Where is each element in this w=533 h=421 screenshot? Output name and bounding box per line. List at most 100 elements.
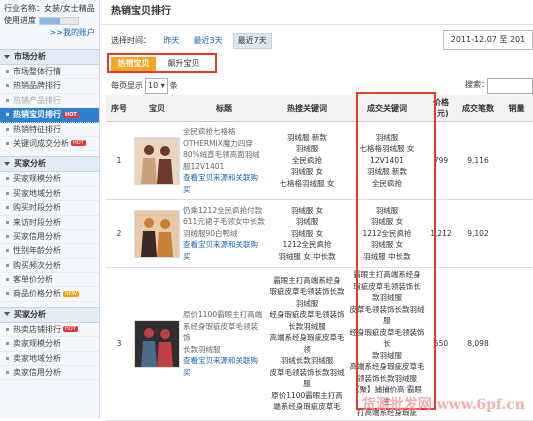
bullet-icon	[6, 220, 9, 224]
sidebar-item[interactable]: 热销特征排行	[0, 123, 99, 137]
sidebar-item[interactable]: 买家规模分析	[0, 172, 99, 187]
product-title-line: 611元裙子毛领女中长款	[183, 217, 265, 227]
sidebar-item-label: 卖家规模分析	[13, 339, 61, 349]
bullet-icon	[6, 356, 9, 360]
source-link[interactable]: 查看宝贝来源和关联购买	[183, 239, 265, 262]
usage-progress-bar	[38, 16, 79, 25]
sidebar-item[interactable]: 关键词成交分析 HOT	[0, 137, 99, 152]
product-title-line: 长款羽绒服	[183, 344, 221, 354]
time-option-button[interactable]: 最近7天	[232, 33, 272, 49]
product-thumbnail-cell[interactable]	[132, 267, 182, 421]
deal-keyword: 服	[383, 316, 391, 325]
my-account-link[interactable]: >>我的账户	[50, 27, 95, 39]
source-link[interactable]: 查看宝贝来源和关联购买	[183, 355, 265, 378]
sidebar-item[interactable]: 性别年龄分析	[0, 244, 99, 259]
search-input[interactable]	[487, 78, 533, 94]
sidebar-item-label: 市场整体行情	[13, 67, 61, 76]
column-header: 销量	[500, 95, 533, 122]
sidebar-item[interactable]: 卖家规模分析	[0, 337, 99, 352]
product-photo-icon	[135, 320, 179, 367]
sidebar-item[interactable]: 热卖店铺排行 HOT	[0, 323, 99, 338]
deal-keyword: 羽绒服 新款	[367, 167, 407, 177]
hot-keyword: 羽绒服 女	[290, 205, 324, 215]
hot-keyword: 霸眼主打高端系经身	[273, 275, 341, 285]
hot-keyword: 羽绒服	[295, 217, 319, 227]
product-title-line: 服12V1401	[183, 161, 225, 171]
sidebar-item[interactable]: 市场整体行情	[0, 65, 99, 80]
sub-tabs: 热销宝贝 飙升宝贝	[107, 53, 217, 73]
sidebar-nav: 市场分析市场整体行情 热销品牌排行热销产品排行 热销宝贝排行 HOT 热销特征排行 关键词…	[0, 49, 99, 381]
deal-keyword: 羽绒服 中长款	[363, 251, 411, 261]
column-header: 宝贝	[132, 95, 182, 122]
deal-keyword: 12V1401	[370, 155, 404, 165]
sidebar-item[interactable]: 卖家信用分析	[0, 366, 99, 381]
time-option-button[interactable]: 最近3天	[190, 34, 227, 48]
deal-keyword: 经身瑕疵皮草毛领装饰长	[349, 327, 425, 349]
product-thumbnail[interactable]	[134, 319, 180, 368]
sidebar-section-header[interactable]: 买家分析	[0, 156, 99, 173]
source-link[interactable]: 查看宝贝来源和关联购买	[183, 172, 265, 195]
sidebar-item[interactable]: 热销品牌排行	[0, 79, 99, 94]
product-thumbnail[interactable]	[134, 209, 180, 258]
product-thumbnail-cell[interactable]	[132, 121, 182, 200]
time-option-button[interactable]: 昨天	[160, 34, 184, 48]
deal-keyword: 羽绒服 女	[370, 217, 404, 227]
bullet-icon	[6, 371, 9, 375]
column-header: 成交关键词	[348, 95, 426, 122]
status-badge: NEW	[63, 290, 79, 297]
product-photo-icon	[135, 137, 179, 184]
search-label: 搜索：	[465, 80, 489, 89]
sidebar-item[interactable]: 购买时段分析	[0, 201, 99, 216]
sidebar-item-label: 买家信用分析	[13, 231, 61, 241]
hot-keyword: 羽绒服	[295, 144, 319, 154]
hot-keyword: 瑕疵皮草毛领装饰长款	[269, 287, 345, 297]
sidebar-item[interactable]: 买家信用分析	[0, 230, 99, 245]
sidebar-item-label: 客单价分析	[13, 275, 53, 285]
sidebar: 行业名称：女装/女士精品 使用进度 >>我的账户 市场分析 市场整体行情 热销品牌排…	[0, 0, 100, 418]
product-title-line: 原价1100霸眼主打高端	[183, 310, 263, 320]
bullet-icon	[6, 292, 9, 296]
table-row[interactable]: 2 仍乘1212全民疯抢付款 611元裙子毛领女中长款 羽绒服90白鸭绒 查看宝贝来源和…	[106, 199, 533, 268]
sidebar-item[interactable]: 卖家地域分析	[0, 352, 99, 367]
deal-keyword: 皮草毛领装饰长款羽绒	[349, 304, 425, 314]
bullet-icon	[6, 84, 9, 88]
hot-keywords-cell: 羽绒服 女羽绒服 羽绒服 女 1212全民疯抢 羽绒服 女 中长款	[266, 199, 348, 268]
product-title-line: 仍乘1212全民疯抢付款	[183, 205, 263, 215]
time-label: 选择时间：	[111, 36, 151, 45]
sidebar-item-label: 卖家地域分析	[13, 353, 61, 363]
sidebar-item[interactable]: 商品价格分析 NEW	[0, 287, 99, 302]
sidebar-item[interactable]: 购买频次分析	[0, 259, 99, 274]
sidebar-item[interactable]: 来访时段分析	[0, 216, 99, 230]
sidebar-item-label: 性别年龄分析	[13, 246, 61, 256]
sidebar-item-label: 热销品牌排行	[13, 81, 61, 91]
column-header: 成交笔数	[456, 95, 500, 122]
hot-keywords-cell: 霸眼主打高端系经身 瑕疵皮草毛领装饰长款 羽绒服 经身瑕疵皮草毛领装饰 长款羽绒服 高端系…	[266, 267, 348, 421]
sidebar-item[interactable]: 热销宝贝排行 HOT	[0, 108, 99, 123]
sidebar-item[interactable]: 热销产品排行	[0, 94, 99, 109]
tab-hot-items[interactable]: 热销宝贝	[111, 57, 156, 71]
bullet-icon	[6, 70, 9, 73]
sales-cell	[500, 199, 533, 268]
per-page-select[interactable]: 10 ▾	[145, 78, 168, 94]
sidebar-section-header[interactable]: 买家分析	[0, 306, 99, 323]
price-cell: 799	[426, 121, 456, 200]
bullet-icon	[6, 206, 9, 210]
product-title-cell: 仍乘1212全民疯抢付款 611元裙子毛领女中长款 羽绒服90白鸭绒 查看宝贝来源和关…	[182, 199, 266, 268]
sidebar-section-header[interactable]: 市场分析	[0, 49, 99, 65]
bullet-icon	[6, 327, 9, 331]
hot-keyword: 1212全民疯抢	[282, 240, 332, 250]
date-range-picker[interactable]: 2011-12.07 至 201	[443, 30, 533, 50]
bullet-icon	[6, 127, 9, 131]
sidebar-item[interactable]: 客单价分析	[0, 273, 99, 288]
main-panel: 热销宝贝排行 选择时间： 昨天 最近3天 最近7天 2011-12.07 至 201…	[101, 0, 533, 421]
product-thumbnail-cell[interactable]	[132, 199, 182, 268]
tab-rising-items[interactable]: 飙升宝贝	[161, 57, 206, 71]
sidebar-item-label: 买家地域分析	[13, 188, 61, 198]
table-row[interactable]: 1 全民疯抢七格格 OTHERMIX魔力四穿 80%绒直毛领高面羽绒 服12V1401 查…	[106, 121, 533, 200]
deal-keyword: 全民疯抢	[372, 178, 402, 188]
column-header: 序号	[106, 95, 132, 122]
sidebar-item-label: 购买时段分析	[13, 203, 61, 213]
sidebar-item[interactable]: 买家地域分析	[0, 187, 99, 202]
product-thumbnail[interactable]	[134, 136, 180, 185]
hot-keyword: 长款羽绒服	[288, 321, 326, 331]
